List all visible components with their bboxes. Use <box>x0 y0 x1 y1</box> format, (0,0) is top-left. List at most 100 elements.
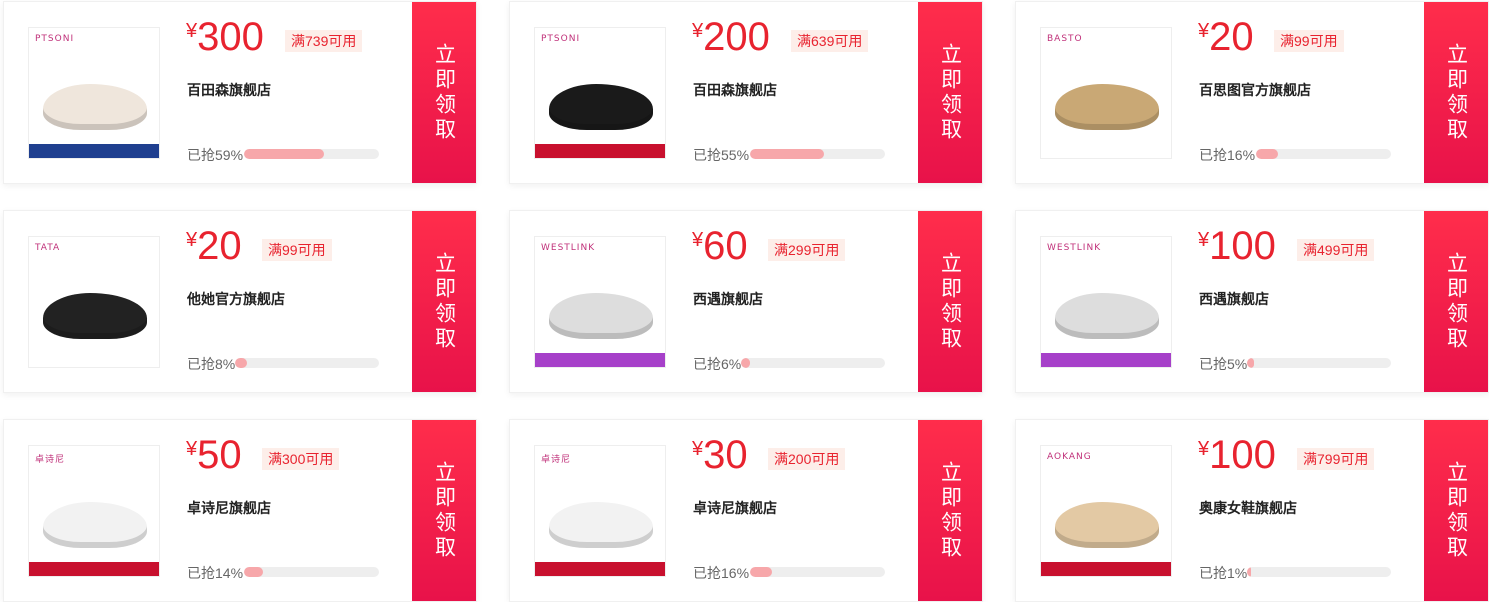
progress-fill <box>750 567 772 577</box>
shop-name[interactable]: 百田森旗舰店 <box>187 80 271 100</box>
grabbed-percent: 已抢5% <box>1199 356 1248 372</box>
grabbed-percent: 已抢55% <box>693 147 750 163</box>
promo-banner <box>1041 353 1171 367</box>
claim-button[interactable]: 立即领取 <box>412 420 476 601</box>
product-image[interactable]: PTSONI <box>534 27 666 159</box>
progress-fill <box>244 567 263 577</box>
coupon-amount: 20 <box>197 224 242 268</box>
promo-banner <box>535 353 665 367</box>
progress-bar <box>244 567 379 577</box>
brand-logo: 卓诗尼 <box>35 455 66 465</box>
claim-button[interactable]: 立即领取 <box>412 2 476 183</box>
progress-bar <box>750 567 885 577</box>
shop-name[interactable]: 西遇旗舰店 <box>693 289 763 309</box>
coupon-value: ¥50 <box>186 432 242 478</box>
product-image[interactable]: TATA <box>28 236 160 368</box>
grabbed-percent: 已抢59% <box>187 147 244 163</box>
coupon-value: ¥200 <box>692 14 770 60</box>
shoe-icon <box>549 84 653 130</box>
promo-banner <box>1041 562 1171 576</box>
claim-button[interactable]: 立即领取 <box>918 211 982 392</box>
coupon-amount: 200 <box>703 15 770 59</box>
progress-fill <box>741 358 750 368</box>
coupon-value: ¥30 <box>692 432 748 478</box>
promo-banner <box>29 144 159 158</box>
grabbed-percent: 已抢16% <box>1199 147 1256 163</box>
grabbed-percent: 已抢1% <box>1199 565 1248 581</box>
coupon-value: ¥60 <box>692 223 748 269</box>
shoe-icon <box>549 502 653 548</box>
progress-fill <box>1247 358 1255 368</box>
claim-button[interactable]: 立即领取 <box>412 211 476 392</box>
shop-name[interactable]: 西遇旗舰店 <box>1199 289 1269 309</box>
shop-name[interactable]: 卓诗尼旗舰店 <box>187 498 271 518</box>
currency-symbol: ¥ <box>692 20 704 42</box>
coupon-condition: 满299可用 <box>768 239 846 261</box>
coupon-card: 卓诗尼 ¥50 满300可用卓诗尼旗舰店已抢14% 立即领取 <box>3 419 477 602</box>
shop-name[interactable]: 他她官方旗舰店 <box>187 289 285 309</box>
coupon-card: BASTO ¥20 满99可用 百思图官方旗舰店 已抢16% 立即领取 <box>1015 1 1489 184</box>
product-image[interactable]: AOKANG <box>1040 445 1172 577</box>
coupon-amount: 50 <box>197 433 242 477</box>
product-image[interactable]: WESTLINK <box>1040 236 1172 368</box>
shoe-icon <box>43 84 147 130</box>
coupon-amount: 100 <box>1209 433 1276 477</box>
promo-banner <box>535 562 665 576</box>
product-image[interactable]: PTSONI <box>28 27 160 159</box>
progress-bar <box>235 358 379 368</box>
coupon-condition: 满99可用 <box>262 239 332 261</box>
coupon-card: PTSONI ¥200 满639可用百田森旗舰店已抢55% 立即领取 <box>509 1 983 184</box>
coupon-condition: 满799可用 <box>1297 448 1375 470</box>
coupon-card: PTSONI ¥300 满739可用百田森旗舰店已抢59% 立即领取 <box>3 1 477 184</box>
progress-bar <box>1247 358 1391 368</box>
progress-bar <box>741 358 885 368</box>
shop-name[interactable]: 奥康女鞋旗舰店 <box>1199 498 1297 518</box>
shoe-icon <box>1055 84 1159 130</box>
shoe-icon <box>1055 293 1159 339</box>
coupon-condition: 满300可用 <box>262 448 340 470</box>
brand-logo: WESTLINK <box>541 243 596 253</box>
claim-button[interactable]: 立即领取 <box>1424 211 1488 392</box>
brand-logo: PTSONI <box>35 34 75 44</box>
claim-button[interactable]: 立即领取 <box>1424 420 1488 601</box>
shop-name[interactable]: 卓诗尼旗舰店 <box>693 498 777 518</box>
coupon-value: ¥20 <box>186 223 242 269</box>
product-image[interactable]: BASTO <box>1040 27 1172 159</box>
brand-logo: WESTLINK <box>1047 243 1102 253</box>
coupon-condition: 满639可用 <box>791 30 869 52</box>
brand-logo: AOKANG <box>1047 452 1092 462</box>
shop-name[interactable]: 百田森旗舰店 <box>693 80 777 100</box>
promo-banner <box>535 144 665 158</box>
claim-button[interactable]: 立即领取 <box>1424 2 1488 183</box>
coupon-value: ¥300 <box>186 14 264 60</box>
product-image[interactable]: 卓诗尼 <box>28 445 160 577</box>
coupon-value: ¥100 <box>1198 223 1276 269</box>
currency-symbol: ¥ <box>186 229 198 251</box>
coupon-amount: 100 <box>1209 224 1276 268</box>
coupon-condition: 满499可用 <box>1297 239 1375 261</box>
coupon-card: WESTLINK ¥100 满499可用西遇旗舰店已抢5% 立即领取 <box>1015 210 1489 393</box>
coupon-card: AOKANG ¥100 满799可用奥康女鞋旗舰店已抢1% 立即领取 <box>1015 419 1489 602</box>
brand-logo: BASTO <box>1047 34 1083 44</box>
currency-symbol: ¥ <box>1198 229 1210 251</box>
grabbed-percent: 已抢14% <box>187 565 244 581</box>
coupon-value: ¥100 <box>1198 432 1276 478</box>
shoe-icon <box>549 293 653 339</box>
currency-symbol: ¥ <box>692 438 704 460</box>
coupon-condition: 满739可用 <box>285 30 363 52</box>
product-image[interactable]: WESTLINK <box>534 236 666 368</box>
coupon-amount: 20 <box>1209 15 1254 59</box>
product-image[interactable]: 卓诗尼 <box>534 445 666 577</box>
promo-banner <box>29 562 159 576</box>
claim-button[interactable]: 立即领取 <box>918 2 982 183</box>
claim-button[interactable]: 立即领取 <box>918 420 982 601</box>
coupon-value: ¥20 <box>1198 14 1254 60</box>
coupon-card: 卓诗尼 ¥30 满200可用 卓诗尼旗舰店 已抢16% 立即领取 <box>509 419 983 602</box>
coupon-amount: 300 <box>197 15 264 59</box>
grabbed-percent: 已抢8% <box>187 356 236 372</box>
brand-logo: 卓诗尼 <box>541 455 572 465</box>
grabbed-percent: 已抢6% <box>693 356 742 372</box>
progress-fill <box>1247 567 1252 577</box>
shop-name[interactable]: 百思图官方旗舰店 <box>1199 80 1311 100</box>
shoe-icon <box>1055 502 1159 548</box>
